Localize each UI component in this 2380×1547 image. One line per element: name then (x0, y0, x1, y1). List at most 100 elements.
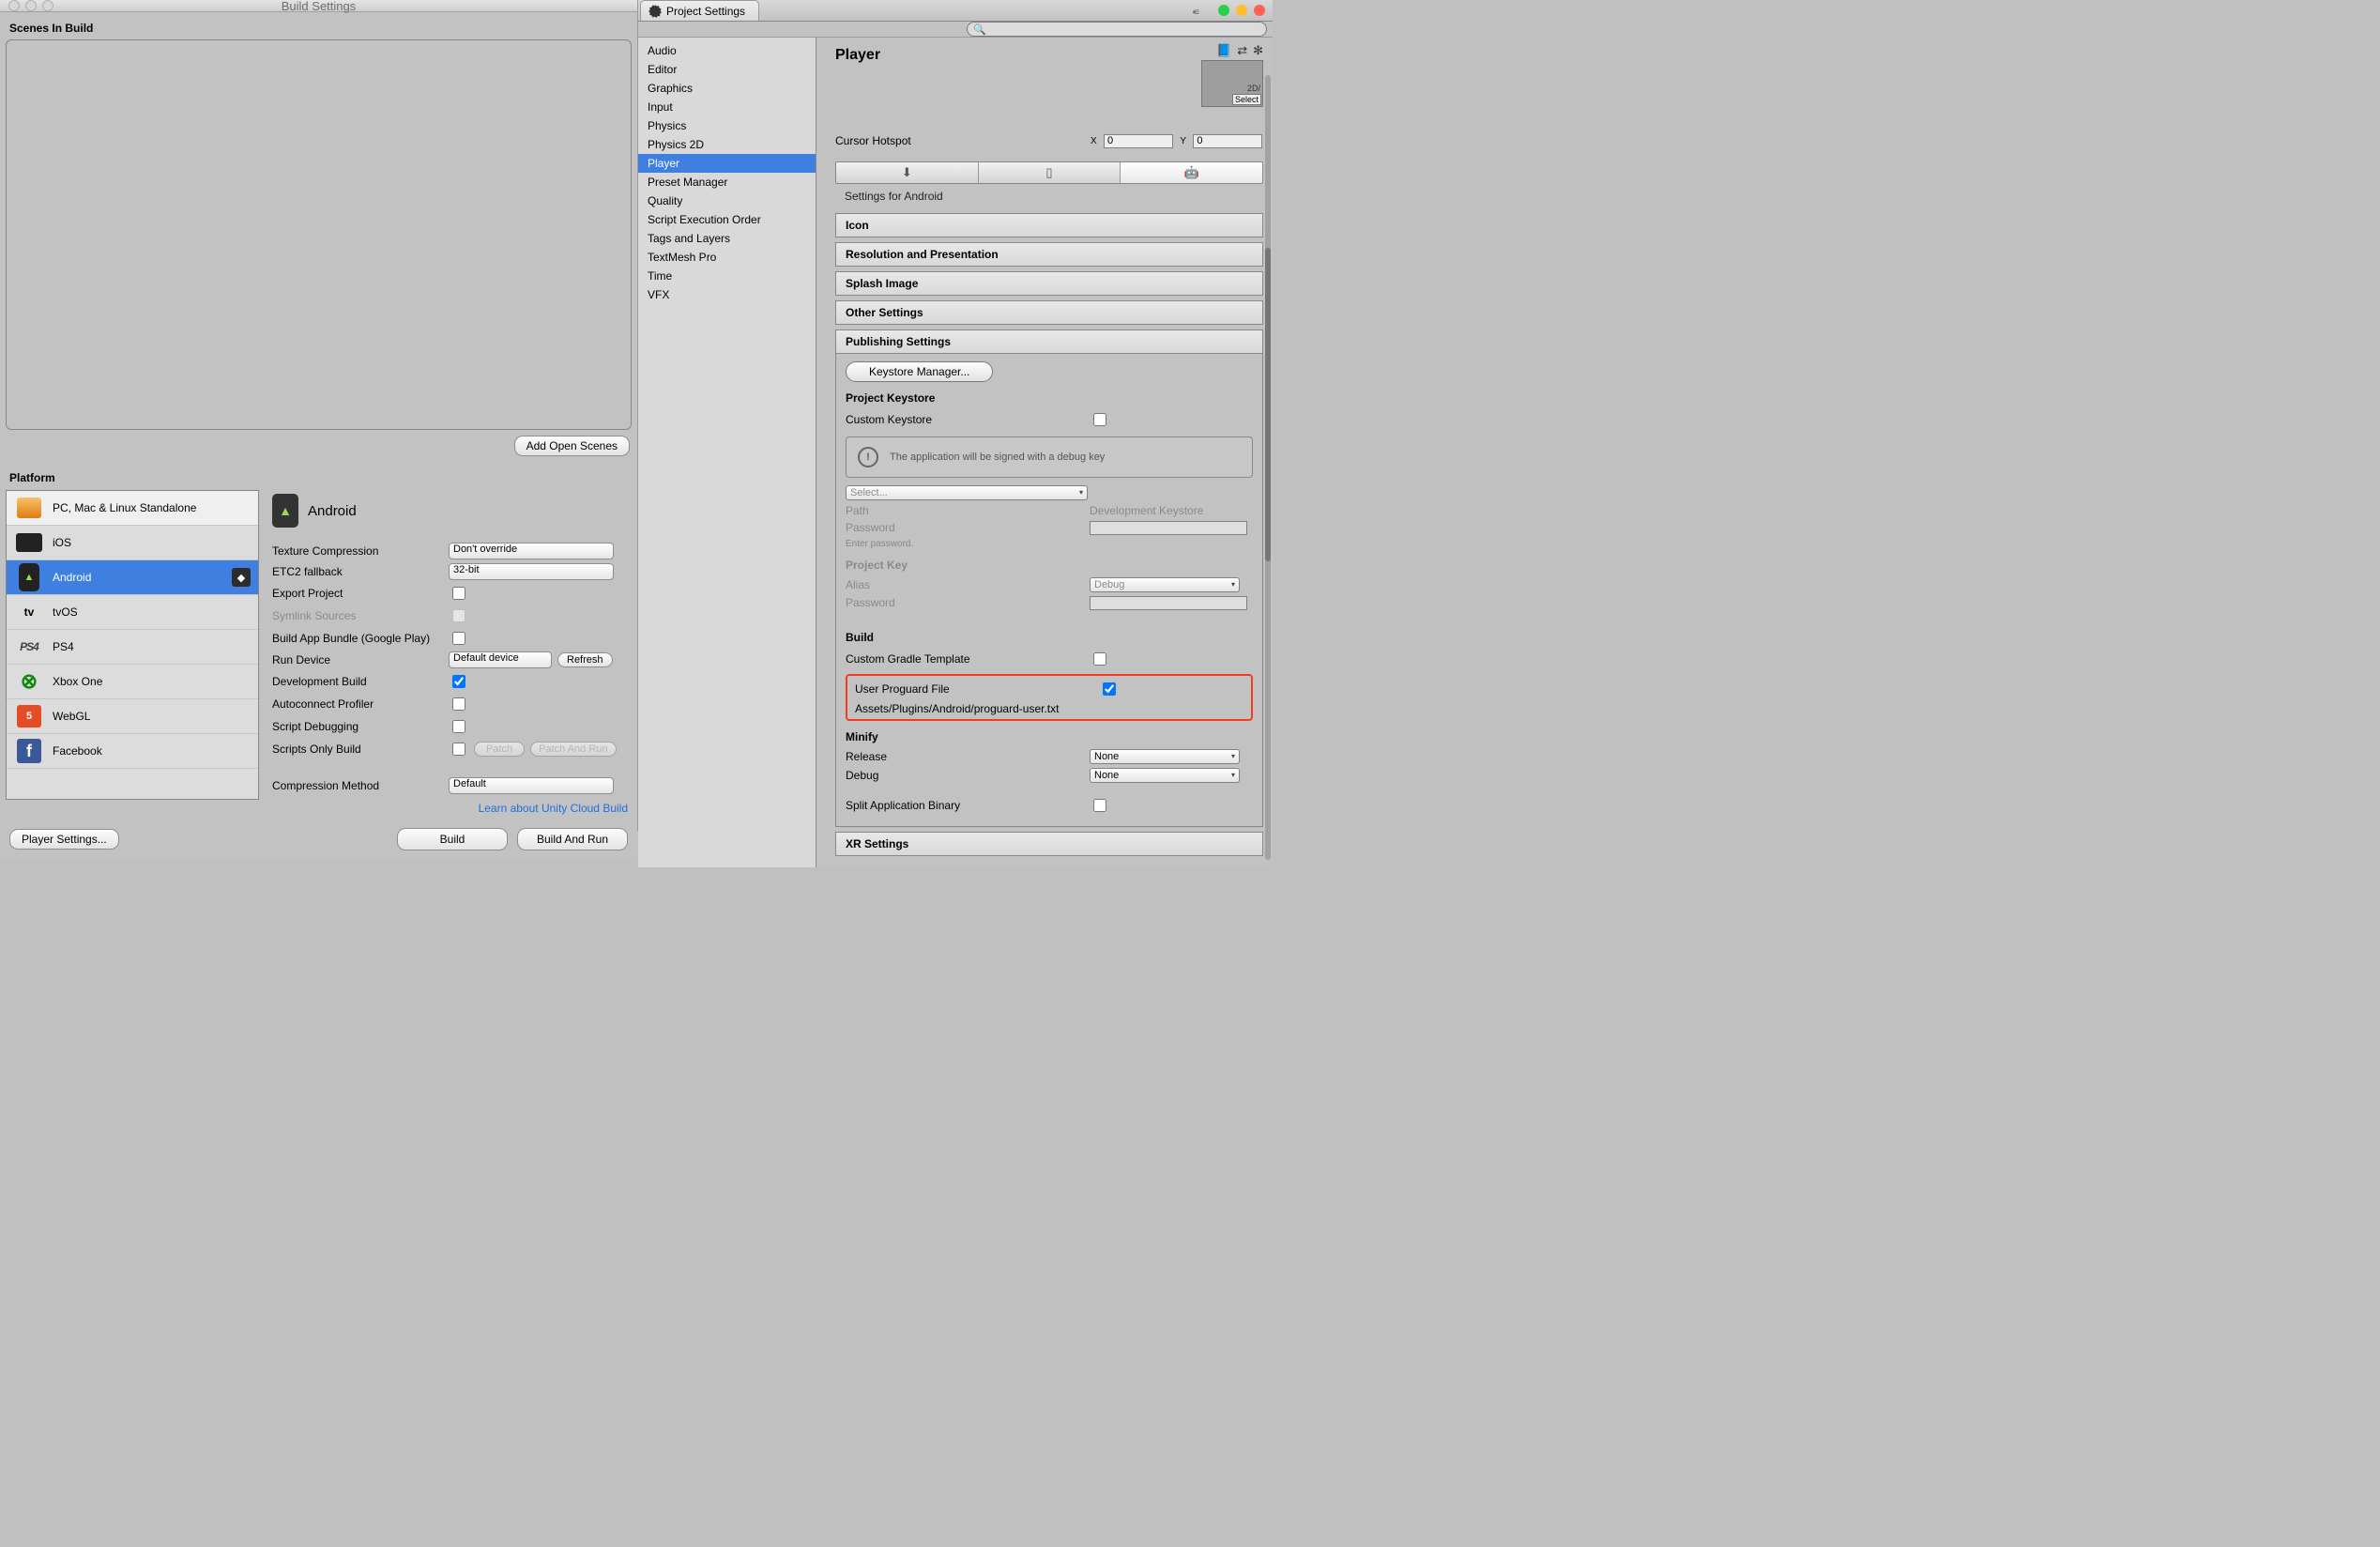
run-device-select[interactable]: Default device (449, 651, 552, 668)
phone-icon: ▯ (1045, 165, 1052, 180)
release-label: Release (846, 750, 1090, 763)
nav-editor[interactable]: Editor (638, 60, 816, 79)
ios-icon (16, 533, 42, 552)
nav-player[interactable]: Player (638, 154, 816, 173)
custom-gradle-label: Custom Gradle Template (846, 652, 1090, 666)
debug-key-info: ! The application will be signed with a … (846, 437, 1253, 478)
platform-item-webgl[interactable]: 5 WebGL (7, 699, 258, 734)
nav-tags[interactable]: Tags and Layers (638, 229, 816, 248)
nav-audio[interactable]: Audio (638, 41, 816, 60)
scroll-thumb[interactable] (1265, 248, 1271, 561)
search-icon: 🔍 (973, 23, 986, 36)
accordion-splash[interactable]: Splash Image (835, 271, 1263, 296)
scripts-only-build-checkbox[interactable] (452, 743, 465, 756)
refresh-button[interactable]: Refresh (557, 652, 613, 667)
build-button[interactable]: Build (397, 828, 508, 850)
traffic-yellow[interactable] (1236, 5, 1247, 16)
etc2-fallback-select[interactable]: 32-bit (449, 563, 614, 580)
facebook-icon: f (17, 739, 41, 763)
cursor-hotspot-x[interactable] (1104, 134, 1173, 148)
nav-script-order[interactable]: Script Execution Order (638, 210, 816, 229)
traffic-light-dim (42, 0, 53, 11)
tab-standalone[interactable]: ⬇ (836, 162, 979, 183)
nav-graphics[interactable]: Graphics (638, 79, 816, 98)
nav-time[interactable]: Time (638, 267, 816, 285)
keystore-password-input[interactable] (1090, 521, 1247, 535)
publishing-settings-body: Keystore Manager... Project Keystore Cus… (835, 354, 1263, 827)
texture-compression-select[interactable]: Don't override (449, 543, 614, 559)
platform-item-ps4[interactable]: PS4 PS4 (7, 630, 258, 665)
minify-release-select[interactable]: None▾ (1090, 749, 1240, 764)
default-icon-preview[interactable]: 2D/ Select (1201, 60, 1263, 107)
preset-icon[interactable]: ⇄ (1237, 43, 1247, 58)
label-compression: Compression Method (272, 779, 441, 792)
nav-input[interactable]: Input (638, 98, 816, 116)
accordion-icon[interactable]: Icon (835, 213, 1263, 237)
platform-tabs: ⬇ ▯ 🤖 (835, 161, 1263, 184)
label-run-device: Run Device (272, 653, 441, 666)
appletv-icon: tv (24, 605, 35, 619)
minify-debug-select[interactable]: None▾ (1090, 768, 1240, 783)
scenes-list[interactable] (6, 39, 632, 430)
help-icon[interactable]: 📘 (1216, 43, 1231, 58)
accordion-publishing[interactable]: Publishing Settings (835, 329, 1263, 354)
platform-item-tvos[interactable]: tv tvOS (7, 595, 258, 630)
nav-quality[interactable]: Quality (638, 191, 816, 210)
nav-physics2d[interactable]: Physics 2D (638, 135, 816, 154)
accordion-xr[interactable]: XR Settings (835, 832, 1263, 856)
proguard-path: Assets/Plugins/Android/proguard-user.txt (855, 702, 1243, 715)
traffic-green[interactable] (1218, 5, 1229, 16)
vertical-scrollbar[interactable] (1265, 75, 1271, 860)
tab-ios[interactable]: ▯ (979, 162, 1121, 183)
build-heading: Build (846, 631, 1253, 644)
user-proguard-checkbox[interactable] (1103, 682, 1116, 696)
alias-select[interactable]: Debug▾ (1090, 577, 1240, 592)
inspector-toolbar: 📘 ⇄ ✻ (1216, 43, 1263, 58)
nav-preset[interactable]: Preset Manager (638, 173, 816, 191)
webgl-icon: 5 (17, 705, 41, 728)
player-settings-button[interactable]: Player Settings... (9, 829, 119, 850)
settings-icon[interactable]: ✻ (1253, 43, 1263, 58)
platform-item-facebook[interactable]: f Facebook (7, 734, 258, 769)
path-label: Path (846, 504, 1090, 517)
cloud-build-link[interactable]: Learn about Unity Cloud Build (272, 794, 632, 822)
accordion-other[interactable]: Other Settings (835, 300, 1263, 325)
tab-android[interactable]: 🤖 (1121, 162, 1262, 183)
custom-gradle-checkbox[interactable] (1093, 652, 1106, 666)
custom-keystore-label: Custom Keystore (846, 413, 1090, 426)
cursor-hotspot-y[interactable] (1193, 134, 1262, 148)
key-password-input[interactable] (1090, 596, 1247, 610)
custom-keystore-checkbox[interactable] (1093, 413, 1106, 426)
search-input[interactable]: 🔍 (967, 22, 1267, 37)
preview-select-button[interactable]: Select (1232, 94, 1261, 105)
nav-vfx[interactable]: VFX (638, 285, 816, 304)
script-debugging-checkbox[interactable] (452, 720, 465, 733)
keystore-manager-button[interactable]: Keystore Manager... (846, 361, 993, 382)
pc-icon (17, 498, 41, 518)
platform-item-pc[interactable]: PC, Mac & Linux Standalone (7, 491, 258, 526)
export-project-checkbox[interactable] (452, 587, 465, 600)
window-title: Build Settings (0, 0, 637, 13)
compression-method-select[interactable]: Default (449, 777, 614, 794)
split-binary-checkbox[interactable] (1093, 799, 1106, 812)
traffic-red[interactable] (1254, 5, 1265, 16)
platform-list: PC, Mac & Linux Standalone iOS ▲ Android… (6, 490, 259, 800)
nav-physics[interactable]: Physics (638, 116, 816, 135)
accordion-resolution[interactable]: Resolution and Presentation (835, 242, 1263, 267)
platform-item-xbox[interactable]: ⊗ Xbox One (7, 665, 258, 699)
build-and-run-button[interactable]: Build And Run (517, 828, 628, 850)
add-open-scenes-button[interactable]: Add Open Scenes (514, 436, 630, 456)
autoconnect-profiler-checkbox[interactable] (452, 697, 465, 711)
download-icon: ⬇ (902, 165, 912, 180)
nav-tmpro[interactable]: TextMesh Pro (638, 248, 816, 267)
platform-item-ios[interactable]: iOS (7, 526, 258, 560)
platform-item-android[interactable]: ▲ Android ◆ (7, 560, 258, 595)
development-build-checkbox[interactable] (452, 675, 465, 688)
dock-menu-icon[interactable]: ▪≡ (1193, 8, 1198, 18)
platform-name: PS4 (53, 640, 74, 653)
keystore-select[interactable]: Select...▾ (846, 485, 1088, 500)
build-app-bundle-checkbox[interactable] (452, 632, 465, 645)
titlebar: Build Settings (0, 0, 637, 12)
player-settings-content: 📘 ⇄ ✻ Player 2D/ Select Cursor Hotspot X… (816, 38, 1273, 867)
tab-project-settings[interactable]: Project Settings (640, 0, 759, 21)
